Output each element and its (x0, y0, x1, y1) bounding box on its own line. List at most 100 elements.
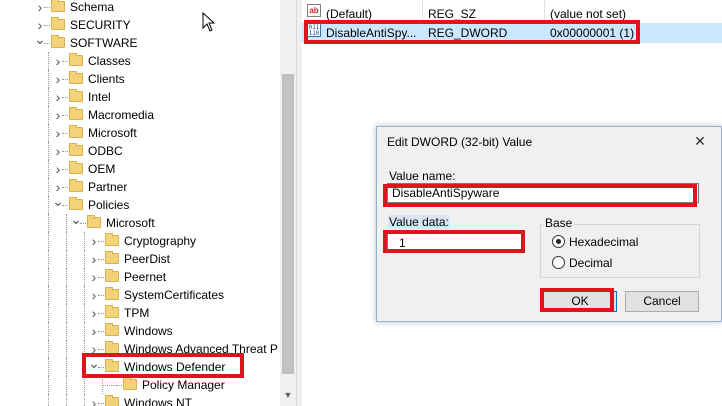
scroll-down-arrow-icon[interactable]: ▼ (282, 388, 294, 402)
tree-item-label: Windows NT (124, 396, 193, 406)
tree-guide-line (48, 124, 49, 142)
tree-guide-line (84, 250, 85, 268)
tree-guide-line (48, 70, 49, 88)
mouse-cursor-icon (202, 12, 216, 32)
tree-guide-line (66, 268, 67, 286)
tree-guide-line (80, 223, 86, 224)
tree-item-microsoft[interactable]: › Microsoft (0, 124, 280, 142)
folder-icon (69, 89, 83, 102)
decimal-label[interactable]: Decimal (569, 256, 612, 270)
folder-icon (69, 179, 83, 192)
folder-icon (69, 107, 83, 120)
base-groupbox (540, 224, 700, 278)
folder-icon (105, 269, 119, 282)
tree-guide-line (62, 115, 68, 116)
tree-guide-line (84, 268, 85, 286)
tree-item-windows-nt[interactable]: › Windows NT (0, 394, 280, 406)
highlight-windows-defender (82, 353, 244, 378)
tree-guide-line (66, 376, 67, 394)
tree-item-label: Schema (70, 0, 115, 14)
tree-guide-line (48, 178, 49, 196)
tree-item-peerdist[interactable]: › PeerDist (0, 250, 280, 268)
tree-item-microsoft[interactable]: ⌄ Microsoft (0, 212, 280, 232)
registry-tree[interactable]: › Schema › SECURITY ⌄ SOFTWARE › Classes › Client… (0, 0, 296, 406)
tree-guide-line (48, 214, 49, 232)
tree-guide-line (44, 43, 50, 44)
tree-item-label: Cryptography (124, 234, 197, 248)
tree-guide-line (98, 349, 104, 350)
close-icon[interactable]: ✕ (691, 133, 709, 149)
tree-item-peernet[interactable]: › Peernet (0, 268, 280, 286)
tree-guide-line (62, 79, 68, 80)
value-name-label: Value name: (389, 169, 456, 183)
tree-item-tpm[interactable]: › TPM (0, 304, 280, 322)
tree-item-partner[interactable]: › Partner (0, 178, 280, 196)
folder-icon (105, 395, 119, 406)
tree-item-cryptography[interactable]: › Cryptography (0, 232, 280, 250)
tree-guide-line (98, 403, 104, 404)
cancel-button[interactable]: Cancel (625, 291, 699, 312)
dialog-title: Edit DWORD (32-bit) Value (387, 135, 533, 149)
tree-item-systemcertificates[interactable]: › SystemCertificates (0, 286, 280, 304)
tree-item-odbc[interactable]: › ODBC (0, 142, 280, 160)
folder-icon (69, 161, 83, 174)
tree-guide-line (48, 250, 49, 268)
tree-item-classes[interactable]: › Classes (0, 52, 280, 70)
tree-item-windows[interactable]: › Windows (0, 322, 280, 340)
tree-guide-line (66, 286, 67, 304)
hexadecimal-label[interactable]: Hexadecimal (569, 235, 638, 249)
tree-scrollbar-thumb[interactable] (282, 74, 294, 374)
tree-item-oem[interactable]: › OEM (0, 160, 280, 178)
chevron-right-icon[interactable]: › (34, 0, 46, 16)
hexadecimal-radio[interactable] (552, 235, 565, 248)
tree-guide-line (66, 340, 67, 358)
tree-guide-line (48, 88, 49, 106)
decimal-radio[interactable] (552, 256, 565, 269)
highlight-value-name (383, 184, 697, 207)
tree-guide-line (62, 151, 68, 152)
tree-item-label: Policies (88, 198, 130, 212)
tree-item-software[interactable]: ⌄ SOFTWARE (0, 32, 280, 52)
tree-guide-line (48, 340, 49, 358)
tree-guide-line (48, 268, 49, 286)
tree-item-macromedia[interactable]: › Macromedia (0, 106, 280, 124)
folder-icon (105, 305, 119, 318)
tree-item-schema[interactable]: › Schema (0, 0, 280, 16)
tree-item-policy-manager[interactable]: Policy Manager (0, 376, 280, 394)
tree-item-label: PeerDist (124, 252, 171, 266)
tree-guide-line (48, 106, 49, 124)
tree-item-intel[interactable]: › Intel (0, 88, 280, 106)
highlight-value-data (383, 230, 525, 253)
tree-item-label: Macromedia (88, 108, 155, 122)
tree-guide-line (48, 322, 49, 340)
highlight-ok-button (540, 288, 614, 312)
tree-guide-line (98, 331, 104, 332)
folder-icon (51, 17, 65, 30)
folder-icon (87, 215, 101, 228)
tree-item-label: Microsoft (88, 126, 137, 140)
chevron-right-icon[interactable]: › (88, 394, 100, 406)
folder-icon (69, 53, 83, 66)
tree-guide-line (48, 286, 49, 304)
folder-icon (105, 323, 119, 336)
tree-guide-line (98, 313, 104, 314)
tree-item-label: Microsoft (106, 216, 155, 230)
folder-icon (69, 197, 83, 210)
folder-icon (105, 251, 119, 264)
tree-item-label: Policy Manager (142, 378, 225, 392)
tree-guide-line (48, 376, 49, 394)
tree-guide-line (66, 358, 67, 376)
tree-guide-line (48, 394, 49, 406)
tree-item-policies[interactable]: ⌄ Policies (0, 194, 280, 214)
tree-item-label: SystemCertificates (124, 288, 225, 302)
tree-guide-line (48, 304, 49, 322)
folder-icon (51, 0, 65, 12)
tree-item-label: Intel (88, 90, 111, 104)
tree-item-clients[interactable]: › Clients (0, 70, 280, 88)
tree-guide-line (98, 295, 104, 296)
tree-guide-line (62, 187, 68, 188)
tree-guide-line (48, 232, 49, 250)
tree-guide-line (116, 385, 122, 386)
folder-icon (69, 71, 83, 84)
tree-item-label: TPM (124, 306, 150, 320)
